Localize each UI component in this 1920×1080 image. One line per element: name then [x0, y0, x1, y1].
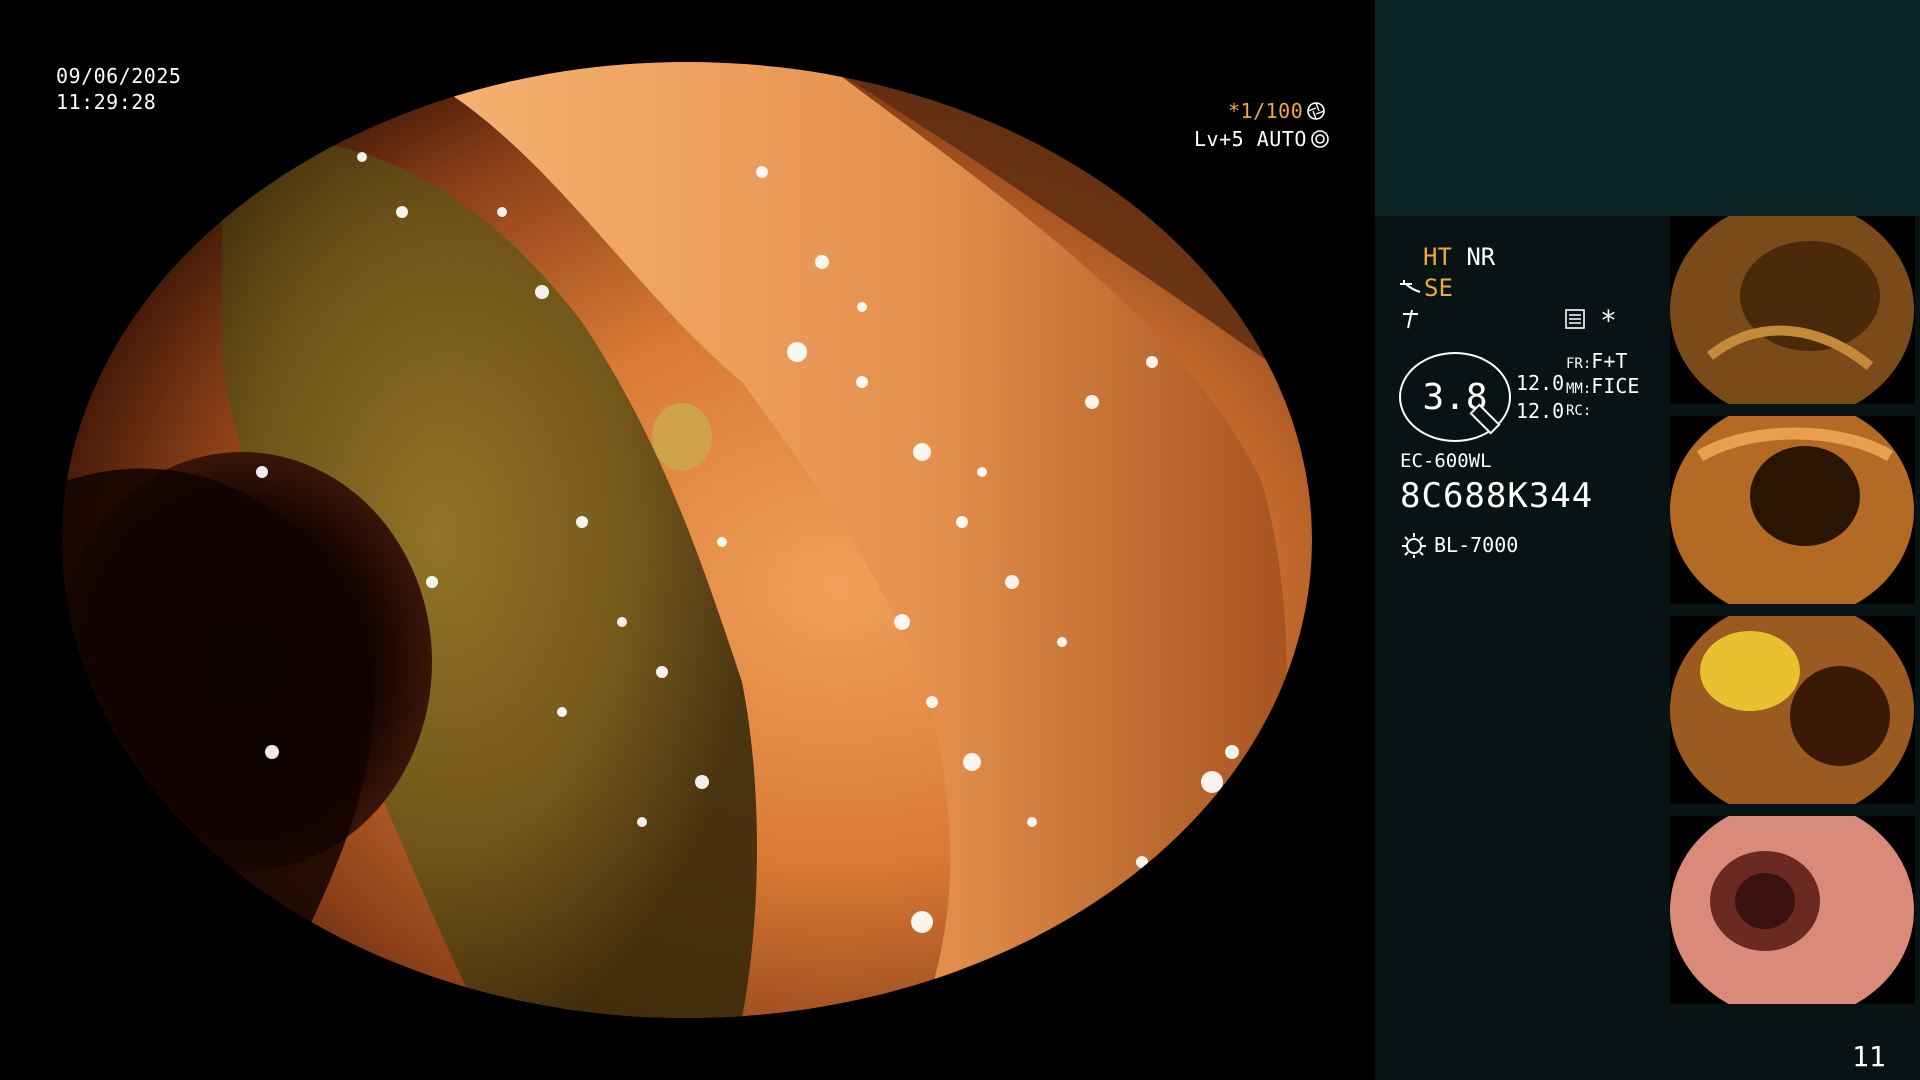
- rc-label: RC:: [1566, 403, 1592, 419]
- star-indicator: *: [1600, 304, 1617, 337]
- value-2: 12.0: [1516, 399, 1565, 423]
- thumbnail-2[interactable]: [1670, 416, 1915, 604]
- se-label: SE: [1424, 274, 1453, 302]
- mm-value: FICE: [1591, 374, 1640, 398]
- shutter-readout: *1/100: [1228, 99, 1326, 123]
- image-count: 11: [1852, 1040, 1886, 1073]
- aperture-icon: [1307, 102, 1326, 120]
- scope-tip-icon: [1400, 280, 1421, 293]
- iris-icon: [1311, 130, 1329, 148]
- fr-row: FR: F+T: [1566, 349, 1627, 373]
- lamp-icon: [1402, 533, 1426, 558]
- thumbnail-3[interactable]: [1670, 616, 1915, 804]
- shutter-value: *1/100: [1228, 99, 1304, 123]
- freeze-icon: [1403, 309, 1418, 329]
- nr-label: NR: [1466, 243, 1496, 271]
- light-source-label: BL-7000: [1434, 533, 1519, 557]
- thumbnail-2-image: [1670, 416, 1914, 604]
- scope-model: EC-600WL: [1400, 450, 1492, 472]
- memo-icon: [1565, 309, 1585, 329]
- value-1: 12.0: [1516, 371, 1565, 395]
- level-readout: Lv+5 AUTO: [1194, 127, 1330, 151]
- light-source: BL-7000: [1400, 531, 1518, 559]
- level-value: Lv+5 AUTO: [1194, 127, 1307, 151]
- se-indicator: SE: [1398, 274, 1453, 302]
- mm-row: MM: FICE: [1566, 374, 1639, 398]
- thumbnail-4[interactable]: [1670, 816, 1915, 1004]
- thumbnail-4-image: [1670, 816, 1914, 1004]
- scope-serial: 8C688K344: [1400, 476, 1594, 516]
- mm-label: MM:: [1566, 381, 1592, 397]
- thumbnail-3-image: [1670, 616, 1914, 804]
- time-label: 11:29:28: [56, 90, 157, 114]
- endoscope-main-view: [62, 62, 1312, 1018]
- ht-indicator: HT NR: [1423, 243, 1495, 271]
- rc-row: RC:: [1566, 403, 1591, 419]
- colon-image: [62, 62, 1312, 1018]
- fr-label: FR:: [1566, 356, 1592, 372]
- panel-header: [1375, 0, 1920, 216]
- fr-value: F+T: [1591, 349, 1628, 373]
- date-label: 09/06/2025: [56, 64, 182, 88]
- ht-label: HT: [1423, 243, 1452, 271]
- thumbnail-1-image: [1670, 216, 1914, 404]
- thumbnail-1[interactable]: [1670, 216, 1915, 404]
